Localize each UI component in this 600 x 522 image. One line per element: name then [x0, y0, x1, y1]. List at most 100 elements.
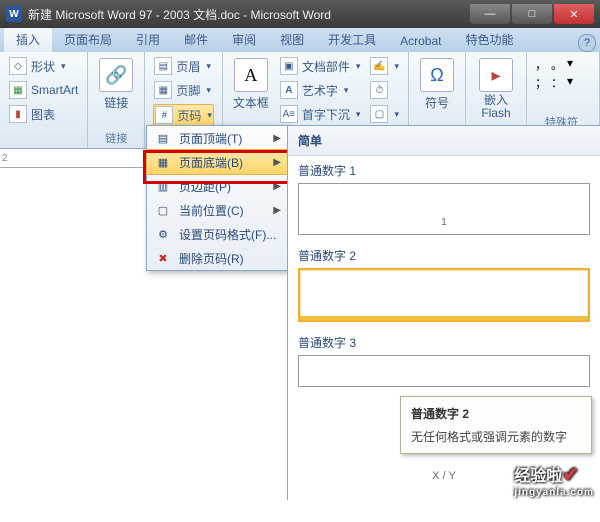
- dropdown-icon: ▾: [206, 85, 211, 96]
- flash-button[interactable]: ▸ 嵌入 Flash: [474, 56, 518, 122]
- smartart-button[interactable]: ▦SmartArt: [8, 80, 79, 100]
- menu-margin-label: 页边距(P): [179, 178, 273, 195]
- gallery-item-plain-3[interactable]: 普通数字 3: [288, 328, 600, 393]
- object-button[interactable]: ▢▾: [369, 104, 400, 124]
- gallery-footer-item[interactable]: X / Y: [432, 470, 456, 482]
- preview-number: 1: [441, 217, 447, 228]
- maximize-button[interactable]: □: [512, 4, 552, 24]
- page-bottom-icon: ▦: [153, 153, 173, 171]
- chart-icon: ▮: [9, 105, 27, 123]
- tab-view[interactable]: 视图: [268, 27, 316, 52]
- gallery-preview-1: 1: [298, 183, 590, 235]
- app-icon: W: [6, 6, 22, 22]
- dropdown-icon: ▾: [207, 110, 212, 121]
- gallery-item-plain-2[interactable]: 普通数字 2: [288, 241, 600, 328]
- menu-bottom-label: 页面底端(B): [179, 154, 273, 171]
- tab-review[interactable]: 审阅: [220, 27, 268, 52]
- chart-button[interactable]: ▮图表: [8, 104, 79, 124]
- dropdown-icon: ▾: [356, 61, 361, 72]
- period-icon[interactable]: 。: [551, 56, 565, 70]
- dropcap-icon: A≡: [280, 105, 298, 123]
- tab-mailings[interactable]: 邮件: [172, 27, 220, 52]
- submenu-arrow-icon: ▶: [273, 205, 281, 216]
- comma-icon[interactable]: ，: [535, 56, 549, 70]
- check-icon: ✔: [562, 464, 579, 486]
- hyperlink-label: 链接: [104, 94, 128, 111]
- window-title: 新建 Microsoft Word 97 - 2003 文档.doc - Mic…: [28, 6, 468, 23]
- symbol-icon: Ω: [420, 58, 454, 92]
- flash-icon: ▸: [479, 58, 513, 92]
- close-button[interactable]: ✕: [554, 4, 594, 24]
- signature-button[interactable]: ✍▾: [369, 56, 400, 76]
- tooltip-title: 普通数字 2: [411, 405, 581, 422]
- watermark-text: 经验啦: [514, 468, 562, 485]
- minimize-button[interactable]: —: [470, 4, 510, 24]
- hyperlink-button[interactable]: 🔗 链接: [96, 56, 136, 113]
- ruler-mark: 2: [2, 153, 8, 164]
- menu-format-label: 设置页码格式(F)...: [179, 226, 281, 243]
- dropcap-label: 首字下沉: [302, 106, 350, 123]
- gallery-section-header: 简单: [288, 126, 600, 156]
- tab-acrobat[interactable]: Acrobat: [388, 30, 453, 52]
- dropdown-icon: ▾: [344, 85, 349, 96]
- header-icon: ▤: [154, 57, 172, 75]
- wordart-label: 艺术字: [302, 82, 338, 99]
- header-label: 页眉: [176, 58, 200, 75]
- menu-remove-label: 删除页码(R): [179, 250, 281, 267]
- menu-page-margins[interactable]: ▥页边距(P)▶: [147, 174, 287, 198]
- more-icon[interactable]: ▾: [567, 74, 581, 88]
- tooltip: 普通数字 2 无任何格式或强调元素的数字: [400, 396, 592, 454]
- gallery-item-2-label: 普通数字 2: [298, 247, 590, 264]
- header-button[interactable]: ▤页眉 ▾: [153, 56, 214, 76]
- object-icon: ▢: [370, 105, 388, 123]
- shapes-label: 形状: [31, 58, 55, 75]
- wordart-icon: A: [280, 81, 298, 99]
- gallery-preview-2: [298, 268, 590, 322]
- menu-bottom-of-page[interactable]: ▦页面底端(B)▶: [146, 149, 288, 175]
- format-icon: ⚙: [153, 225, 173, 243]
- symbol-button[interactable]: Ω 符号: [417, 56, 457, 113]
- menu-format-page-numbers[interactable]: ⚙ 设置页码格式(F)...: [147, 222, 287, 246]
- wordart-button[interactable]: A艺术字 ▾: [279, 80, 362, 100]
- datetime-icon: ⏱: [370, 81, 388, 99]
- group-illustrations: ◇形状▾ ▦SmartArt ▮图表: [0, 52, 88, 148]
- menu-top-of-page[interactable]: ▤页面顶端(T)▶: [147, 126, 287, 150]
- page-margin-icon: ▥: [153, 177, 173, 195]
- page-number-menu: ▤页面顶端(T)▶ ▦页面底端(B)▶ ▥页边距(P)▶ ▢当前位置(C)▶ ⚙…: [146, 125, 288, 271]
- dropdown-icon: ▾: [206, 61, 211, 72]
- textbox-label: 文本框: [233, 94, 269, 111]
- footer-icon: ▦: [154, 81, 172, 99]
- dropdown-icon: ▾: [356, 109, 361, 120]
- help-button[interactable]: ?: [578, 34, 596, 52]
- quick-parts-button[interactable]: ▣文档部件▾: [279, 56, 362, 76]
- menu-remove-page-numbers[interactable]: ✖删除页码(R): [147, 246, 287, 270]
- app-window: W 新建 Microsoft Word 97 - 2003 文档.doc - M…: [0, 0, 600, 500]
- dropcap-button[interactable]: A≡首字下沉 ▾: [279, 104, 362, 124]
- dropdown-icon: ▾: [394, 61, 399, 72]
- quick-parts-icon: ▣: [280, 57, 298, 75]
- hyperlink-icon: 🔗: [99, 58, 133, 92]
- tab-insert[interactable]: 插入: [4, 27, 52, 52]
- textbox-icon: A: [234, 58, 268, 92]
- tab-references[interactable]: 引用: [124, 27, 172, 52]
- footer-button[interactable]: ▦页脚▾: [153, 80, 214, 100]
- menu-top-label: 页面顶端(T): [179, 130, 273, 147]
- menu-current-position[interactable]: ▢当前位置(C)▶: [147, 198, 287, 222]
- textbox-button[interactable]: A 文本框: [231, 56, 271, 124]
- gallery-item-1-label: 普通数字 1: [298, 162, 590, 179]
- shapes-button[interactable]: ◇形状▾: [8, 56, 79, 76]
- symbol-label: 符号: [425, 94, 449, 111]
- page-number-label: 页码: [177, 107, 201, 124]
- smartart-icon: ▦: [9, 81, 27, 99]
- more-icon[interactable]: ▾: [567, 56, 581, 70]
- page-number-button[interactable]: #页码▾: [153, 104, 214, 126]
- tab-developer[interactable]: 开发工具: [316, 27, 388, 52]
- gallery-item-plain-1[interactable]: 普通数字 1 1: [288, 156, 600, 241]
- flash-label: 嵌入 Flash: [481, 94, 510, 120]
- tab-layout[interactable]: 页面布局: [52, 27, 124, 52]
- tooltip-body: 无任何格式或强调元素的数字: [411, 428, 581, 445]
- colon-icon[interactable]: ：: [551, 74, 565, 88]
- tab-special[interactable]: 特色功能: [453, 27, 525, 52]
- semicolon-icon[interactable]: ；: [535, 74, 549, 88]
- datetime-button[interactable]: ⏱: [369, 80, 400, 100]
